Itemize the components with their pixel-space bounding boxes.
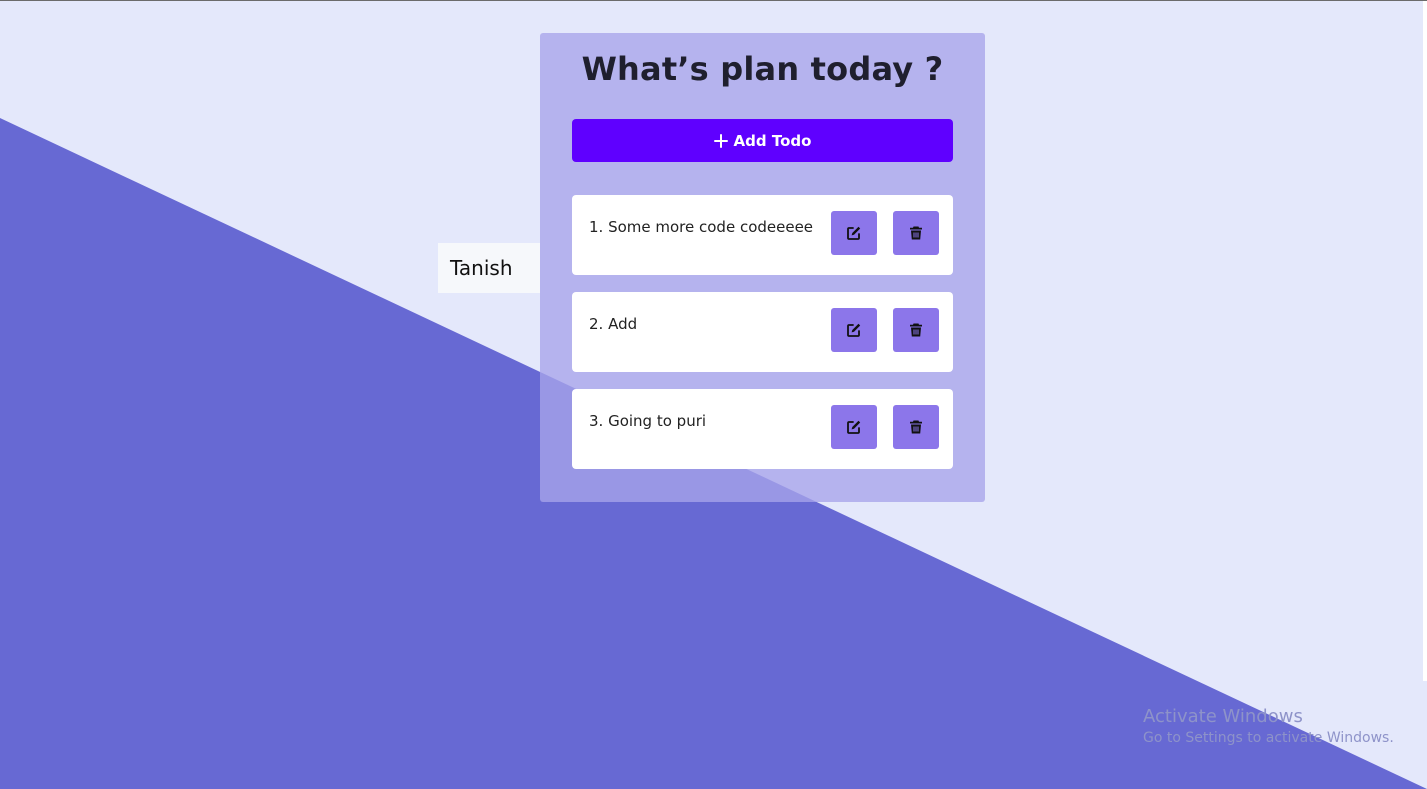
add-todo-label: Add Todo — [733, 131, 812, 150]
plus-icon — [713, 133, 728, 148]
watermark-subtitle: Go to Settings to activate Windows. — [1143, 730, 1394, 746]
trash-icon — [910, 420, 922, 434]
todo-text: 3. Going to puri — [589, 412, 707, 430]
todo-text: 2. Add — [589, 315, 638, 333]
todo-item: 1. Some more code codeeeee — [572, 195, 953, 275]
edit-todo-button[interactable] — [831, 211, 877, 255]
scrollbar[interactable] — [1423, 1, 1427, 681]
delete-todo-button[interactable] — [893, 308, 939, 352]
edit-icon — [847, 323, 861, 337]
add-todo-button[interactable]: Add Todo — [572, 119, 953, 162]
delete-todo-button[interactable] — [893, 211, 939, 255]
user-name-tag: Tanish — [438, 243, 540, 293]
watermark-title: Activate Windows — [1143, 706, 1303, 727]
todo-text: 1. Some more code codeeeee — [589, 218, 814, 236]
todo-list: 1. Some more code codeeeee 2. Add 3. Goi… — [572, 195, 953, 486]
edit-todo-button[interactable] — [831, 308, 877, 352]
delete-todo-button[interactable] — [893, 405, 939, 449]
page-title: What’s plan today ? — [581, 50, 944, 88]
activate-windows-watermark: Activate Windows Go to Settings to activ… — [1143, 706, 1394, 746]
edit-icon — [847, 226, 861, 240]
trash-icon — [910, 323, 922, 337]
todo-item: 2. Add — [572, 292, 953, 372]
edit-todo-button[interactable] — [831, 405, 877, 449]
todo-card: What’s plan today ? Add Todo 1. Some mor… — [540, 33, 985, 502]
todo-item: 3. Going to puri — [572, 389, 953, 469]
edit-icon — [847, 420, 861, 434]
trash-icon — [910, 226, 922, 240]
